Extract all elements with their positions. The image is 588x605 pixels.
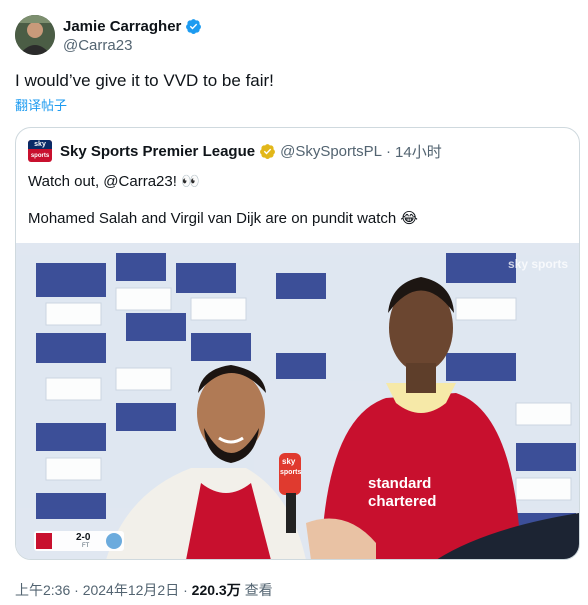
mic-flag-sky: sky: [282, 457, 296, 466]
quoted-tweet-card[interactable]: sky sports Sky Sports Premier League @Sk…: [15, 127, 580, 560]
view-count: 220.3万: [191, 582, 241, 598]
video-frame: standard chartered: [16, 243, 579, 559]
verified-badge-icon: [186, 18, 202, 34]
gold-verified-badge-icon: [260, 143, 276, 159]
author-avatar[interactable]: [15, 15, 55, 55]
scoreboard-score: 2-0: [76, 532, 91, 543]
tweet-time[interactable]: 上午2:36: [15, 582, 70, 598]
meta-separator-1: ·: [74, 582, 79, 598]
author-name-block: Jamie Carragher @Carra23: [63, 16, 202, 54]
quoted-text-line-2: Mohamed Salah and Virgil van Dijk are on…: [28, 210, 418, 227]
author-display-name[interactable]: Jamie Carragher: [63, 18, 181, 35]
sky-sports-avatar[interactable]: sky sports: [28, 140, 52, 162]
svg-text:chartered: chartered: [368, 493, 436, 510]
sports-logo-text: sports: [30, 153, 50, 159]
tweet-text: I would’ve give it to VVD to be fair!: [15, 71, 274, 90]
tweet-metadata: 上午2:36 · 2024年12月2日 · 220.3万 查看: [15, 580, 273, 600]
tweet-date[interactable]: 2024年12月2日: [83, 582, 180, 598]
author-handle[interactable]: @Carra23: [63, 37, 202, 54]
meta-separator-2: ·: [183, 582, 188, 598]
svg-text:standard: standard: [368, 475, 431, 492]
quoted-handle[interactable]: @SkySportsPL: [280, 143, 382, 160]
quoted-display-name[interactable]: Sky Sports Premier League: [60, 143, 255, 160]
quoted-separator: ·: [386, 142, 392, 160]
video-media[interactable]: standard chartered 2-0 FT sky sports sky…: [16, 243, 579, 559]
quoted-tweet-header: sky sports Sky Sports Premier League @Sk…: [28, 140, 442, 162]
sky-sports-watermark: sky sports: [508, 257, 569, 271]
mic-flag-sports: sports: [280, 469, 302, 476]
views-label: 查看: [244, 582, 273, 598]
scoreboard-status: FT: [82, 543, 90, 549]
quoted-text-line-1: Watch out, @Carra23! 👀: [28, 173, 200, 190]
sky-logo-text: sky: [28, 140, 52, 149]
tweet-header: Jamie Carragher @Carra23: [15, 15, 575, 57]
quoted-time[interactable]: 14小时: [395, 141, 442, 162]
translate-post-link[interactable]: 翻译帖子: [15, 95, 67, 114]
